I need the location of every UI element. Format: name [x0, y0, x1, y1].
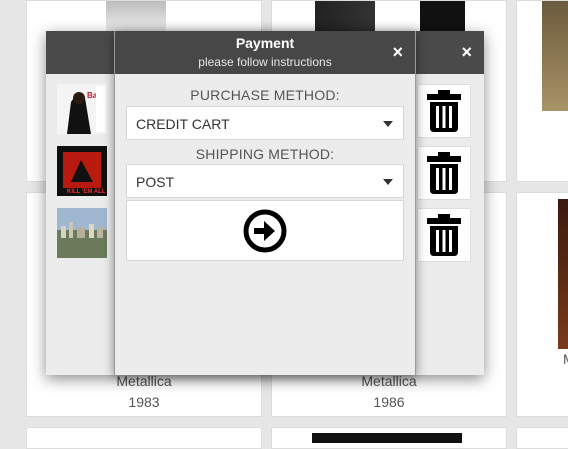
album-thumbnail: Bad — [57, 84, 107, 134]
payment-header: Payment please follow instructions × — [115, 31, 415, 74]
proceed-button[interactable] — [126, 200, 404, 261]
album-cover — [315, 1, 465, 31]
chevron-down-icon — [383, 179, 393, 185]
album-thumbnail: KILL 'EM ALL — [57, 146, 107, 196]
close-icon[interactable]: × — [392, 43, 403, 61]
payment-modal: Payment please follow instructions × PUR… — [114, 31, 416, 375]
album-card[interactable]: M — [516, 192, 568, 417]
album-cover — [558, 199, 568, 349]
album-year: 1983 — [128, 394, 160, 410]
album-artist: M — [563, 351, 568, 367]
close-icon[interactable]: × — [461, 43, 472, 61]
remove-item-button[interactable] — [417, 84, 471, 138]
album-card[interactable] — [516, 0, 568, 182]
purchase-method-label: PURCHASE METHOD: — [190, 87, 340, 103]
trash-icon — [427, 152, 461, 194]
purchase-method-select[interactable]: CREDIT CART — [126, 106, 404, 140]
remove-item-button[interactable] — [417, 146, 471, 200]
chevron-down-icon — [383, 121, 393, 127]
payment-subtitle: please follow instructions — [198, 55, 332, 69]
trash-icon — [427, 90, 461, 132]
shipping-method-label: SHIPPING METHOD: — [195, 146, 335, 162]
album-thumbnail — [57, 208, 107, 258]
album-card[interactable] — [271, 427, 507, 449]
album-artist: Metallica — [116, 373, 172, 389]
shipping-method-value: POST — [136, 174, 175, 190]
album-card[interactable] — [516, 427, 568, 449]
purchase-method-value: CREDIT CART — [136, 116, 230, 132]
arrow-right-circle-icon — [243, 209, 287, 252]
album-cover — [542, 1, 568, 111]
album-card[interactable] — [26, 427, 262, 449]
album-artist: Metallica — [361, 373, 417, 389]
svg-text:KILL 'EM ALL: KILL 'EM ALL — [67, 189, 106, 195]
payment-title: Payment — [235, 35, 295, 51]
trash-icon — [427, 214, 461, 256]
shipping-method-select[interactable]: POST — [126, 164, 404, 198]
remove-item-button[interactable] — [417, 208, 471, 262]
album-cover — [106, 1, 166, 31]
album-year: 1986 — [373, 394, 405, 410]
